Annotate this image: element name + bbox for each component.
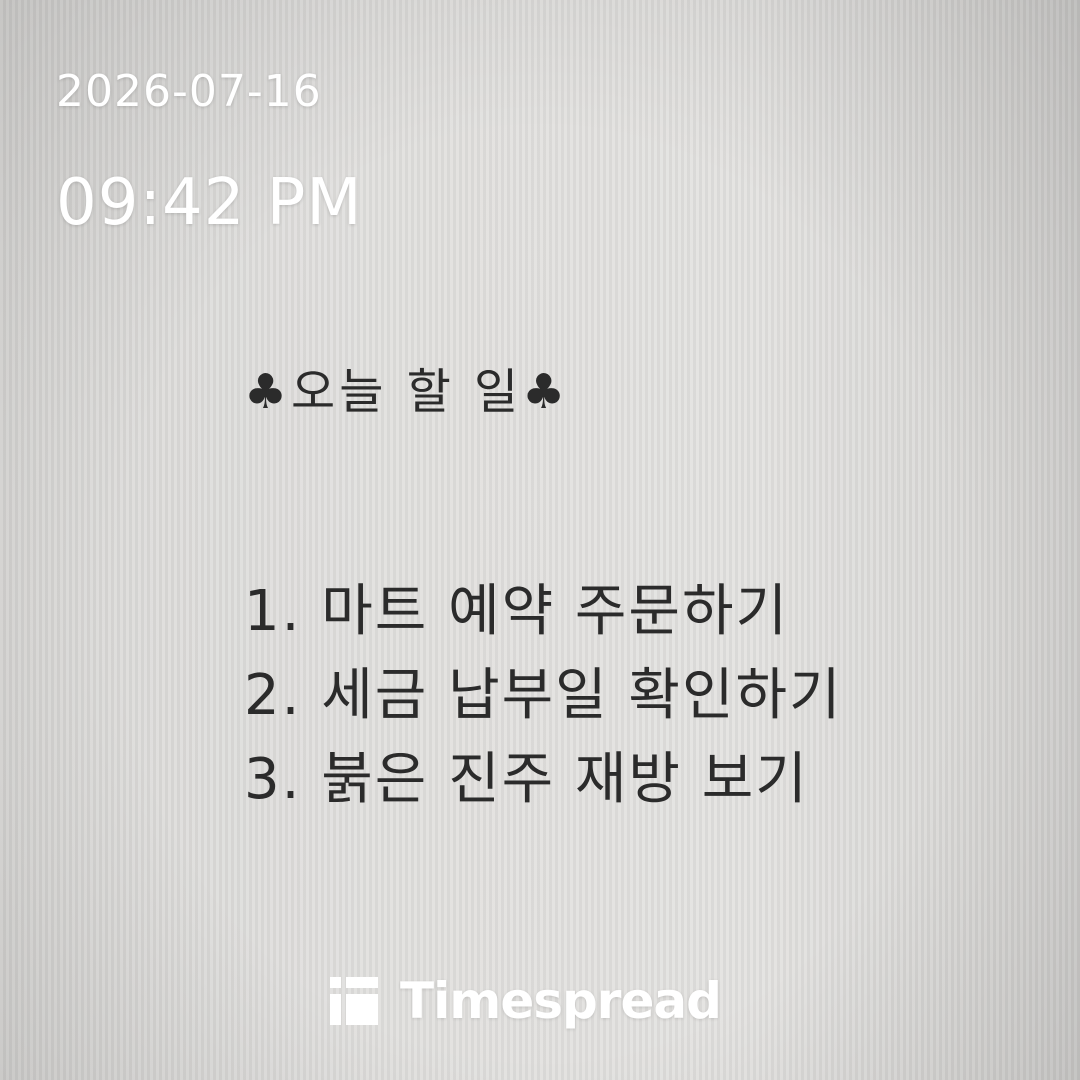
timespread-watermark: Timespread xyxy=(330,972,722,1030)
watermark-brand-text: Timespread xyxy=(400,972,722,1030)
date-stamp: 2026-07-16 xyxy=(56,66,322,117)
todo-title: ♣오늘 할 일♣ xyxy=(244,364,570,420)
todo-note: ♣오늘 할 일♣ 1. 마트 예약 주문하기 2. 세금 납부일 확인하기 3.… xyxy=(244,352,843,834)
todo-list: 1. 마트 예약 주문하기 2. 세금 납부일 확인하기 3. 붉은 진주 재방… xyxy=(244,558,843,834)
time-stamp: 09:42 PM xyxy=(56,166,363,240)
timespread-logo-icon xyxy=(330,977,378,1025)
todo-item: 3. 붉은 진주 재방 보기 xyxy=(244,747,809,812)
